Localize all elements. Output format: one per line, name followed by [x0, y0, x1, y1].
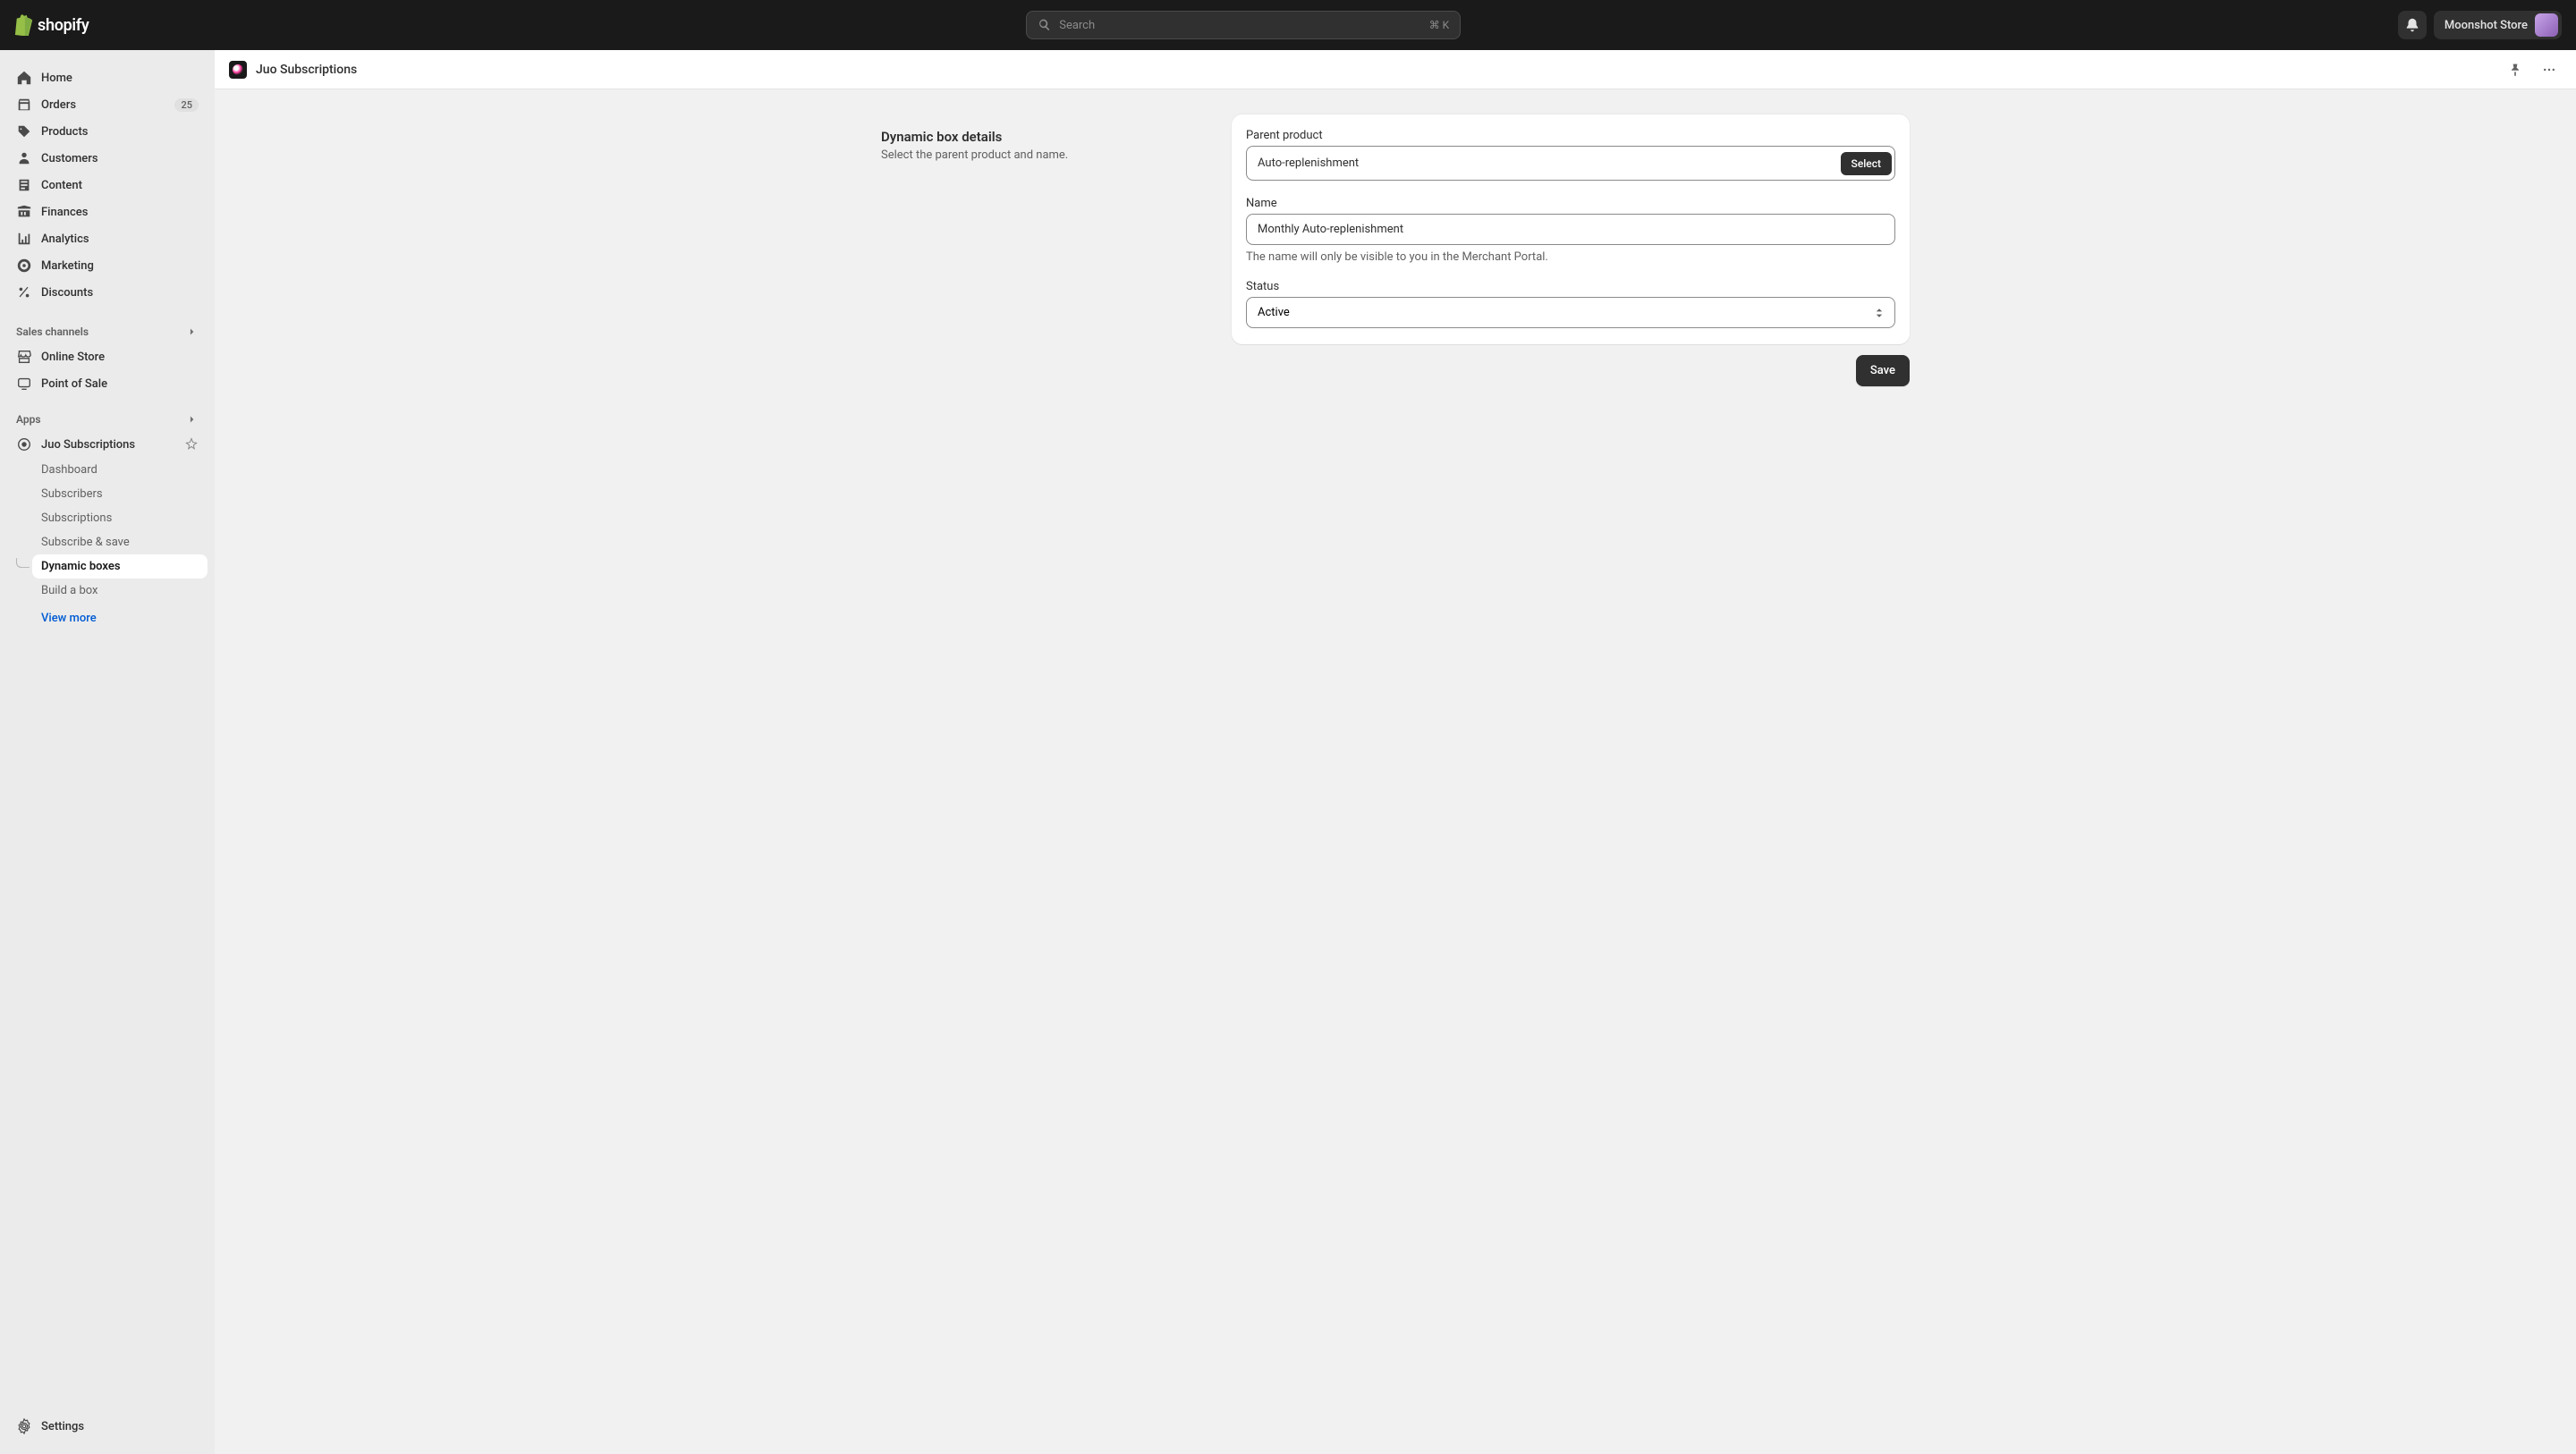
- name-label: Name: [1246, 197, 1895, 210]
- store-name: Moonshot Store: [2445, 19, 2528, 32]
- search-input[interactable]: Search ⌘ K: [1026, 11, 1461, 39]
- name-input[interactable]: [1246, 214, 1895, 245]
- subnav-dashboard[interactable]: Dashboard: [32, 458, 208, 482]
- subnav-subscribers[interactable]: Subscribers: [32, 482, 208, 506]
- customers-icon: [16, 150, 32, 166]
- home-icon: [16, 70, 32, 86]
- chevron-right-icon: [186, 325, 199, 338]
- section-desc: Select the parent product and name.: [881, 148, 1203, 162]
- app-icon: [16, 436, 32, 452]
- subnav-subscribe-save[interactable]: Subscribe & save: [32, 530, 208, 554]
- shopify-wordmark: shopify: [38, 16, 89, 35]
- gear-icon: [16, 1418, 32, 1434]
- products-icon: [16, 123, 32, 139]
- sidebar-item-label: Home: [41, 72, 199, 85]
- marketing-icon: [16, 258, 32, 274]
- status-label: Status: [1246, 280, 1895, 293]
- sidebar-item-orders[interactable]: Orders 25: [7, 91, 208, 118]
- shopify-bag-icon: [14, 14, 34, 36]
- sidebar-item-point-of-sale[interactable]: Point of Sale: [7, 370, 208, 397]
- section-title: Dynamic box details: [881, 129, 1203, 145]
- sidebar-item-content[interactable]: Content: [7, 172, 208, 199]
- more-actions-button[interactable]: [2537, 57, 2562, 82]
- sidebar-item-marketing[interactable]: Marketing: [7, 252, 208, 279]
- search-icon: [1038, 18, 1052, 32]
- avatar: [2535, 13, 2558, 37]
- sidebar-item-label: Customers: [41, 152, 199, 165]
- finances-icon: [16, 204, 32, 220]
- sidebar-item-label: Point of Sale: [41, 377, 199, 391]
- analytics-icon: [16, 231, 32, 247]
- apps-header[interactable]: Apps: [7, 408, 208, 431]
- pos-icon: [16, 376, 32, 392]
- sidebar-item-label: Analytics: [41, 232, 199, 246]
- view-more-link[interactable]: View more: [32, 603, 208, 634]
- parent-product-input[interactable]: [1258, 149, 1841, 177]
- sidebar-item-label: Settings: [41, 1420, 199, 1433]
- search-placeholder: Search: [1059, 19, 1421, 32]
- sidebar-item-home[interactable]: Home: [7, 64, 208, 91]
- sales-channels-label: Sales channels: [16, 325, 89, 338]
- sidebar-item-discounts[interactable]: Discounts: [7, 279, 208, 306]
- sidebar-item-label: Marketing: [41, 259, 199, 273]
- discounts-icon: [16, 284, 32, 300]
- orders-badge: 25: [174, 98, 199, 112]
- sidebar-item-label: Orders: [41, 98, 165, 112]
- search-shortcut: ⌘ K: [1429, 19, 1450, 31]
- shopify-logo[interactable]: shopify: [14, 14, 89, 36]
- sales-channels-header[interactable]: Sales channels: [7, 320, 208, 343]
- sidebar-item-settings[interactable]: Settings: [7, 1413, 208, 1440]
- pin-icon[interactable]: [184, 437, 199, 452]
- bell-icon: [2404, 17, 2420, 33]
- store-menu[interactable]: Moonshot Store: [2434, 11, 2562, 39]
- dots-icon: [2542, 63, 2556, 77]
- subnav-subscriptions[interactable]: Subscriptions: [32, 506, 208, 530]
- save-button[interactable]: Save: [1856, 355, 1910, 386]
- app-logo-icon: [229, 61, 247, 79]
- subnav-dynamic-boxes[interactable]: Dynamic boxes: [32, 554, 208, 579]
- status-select[interactable]: Active: [1246, 297, 1895, 328]
- sidebar-item-label: Online Store: [41, 351, 199, 364]
- details-card: Parent product Select Name The name will…: [1232, 114, 1910, 344]
- sidebar-item-label: Finances: [41, 206, 199, 219]
- parent-product-field: Select: [1246, 146, 1895, 181]
- sidebar-item-products[interactable]: Products: [7, 118, 208, 145]
- app-title: Juo Subscriptions: [256, 63, 2494, 77]
- topbar: shopify Search ⌘ K Moonshot Store: [0, 0, 2576, 50]
- parent-product-label: Parent product: [1246, 129, 1895, 142]
- store-icon: [16, 349, 32, 365]
- name-help-text: The name will only be visible to you in …: [1246, 250, 1895, 264]
- subnav-build-a-box[interactable]: Build a box: [32, 579, 208, 603]
- app-header: Juo Subscriptions: [215, 50, 2576, 89]
- sidebar-item-finances[interactable]: Finances: [7, 199, 208, 225]
- sidebar-item-label: Content: [41, 179, 199, 192]
- sidebar-item-customers[interactable]: Customers: [7, 145, 208, 172]
- pin-icon: [2508, 63, 2522, 77]
- orders-icon: [16, 97, 32, 113]
- sidebar-item-juo-subscriptions[interactable]: Juo Subscriptions: [7, 431, 208, 458]
- notifications-button[interactable]: [2398, 11, 2427, 39]
- select-product-button[interactable]: Select: [1841, 152, 1892, 175]
- sidebar-item-online-store[interactable]: Online Store: [7, 343, 208, 370]
- sidebar-item-label: Products: [41, 125, 199, 139]
- apps-label: Apps: [16, 413, 41, 426]
- sidebar: Home Orders 25 Products Customers Conten…: [0, 50, 215, 1454]
- pin-app-button[interactable]: [2503, 57, 2528, 82]
- sidebar-item-label: Juo Subscriptions: [41, 438, 175, 452]
- main-content: Dynamic box details Select the parent pr…: [215, 89, 2576, 411]
- sidebar-item-analytics[interactable]: Analytics: [7, 225, 208, 252]
- sidebar-item-label: Discounts: [41, 286, 199, 300]
- chevron-right-icon: [186, 413, 199, 426]
- content-icon: [16, 177, 32, 193]
